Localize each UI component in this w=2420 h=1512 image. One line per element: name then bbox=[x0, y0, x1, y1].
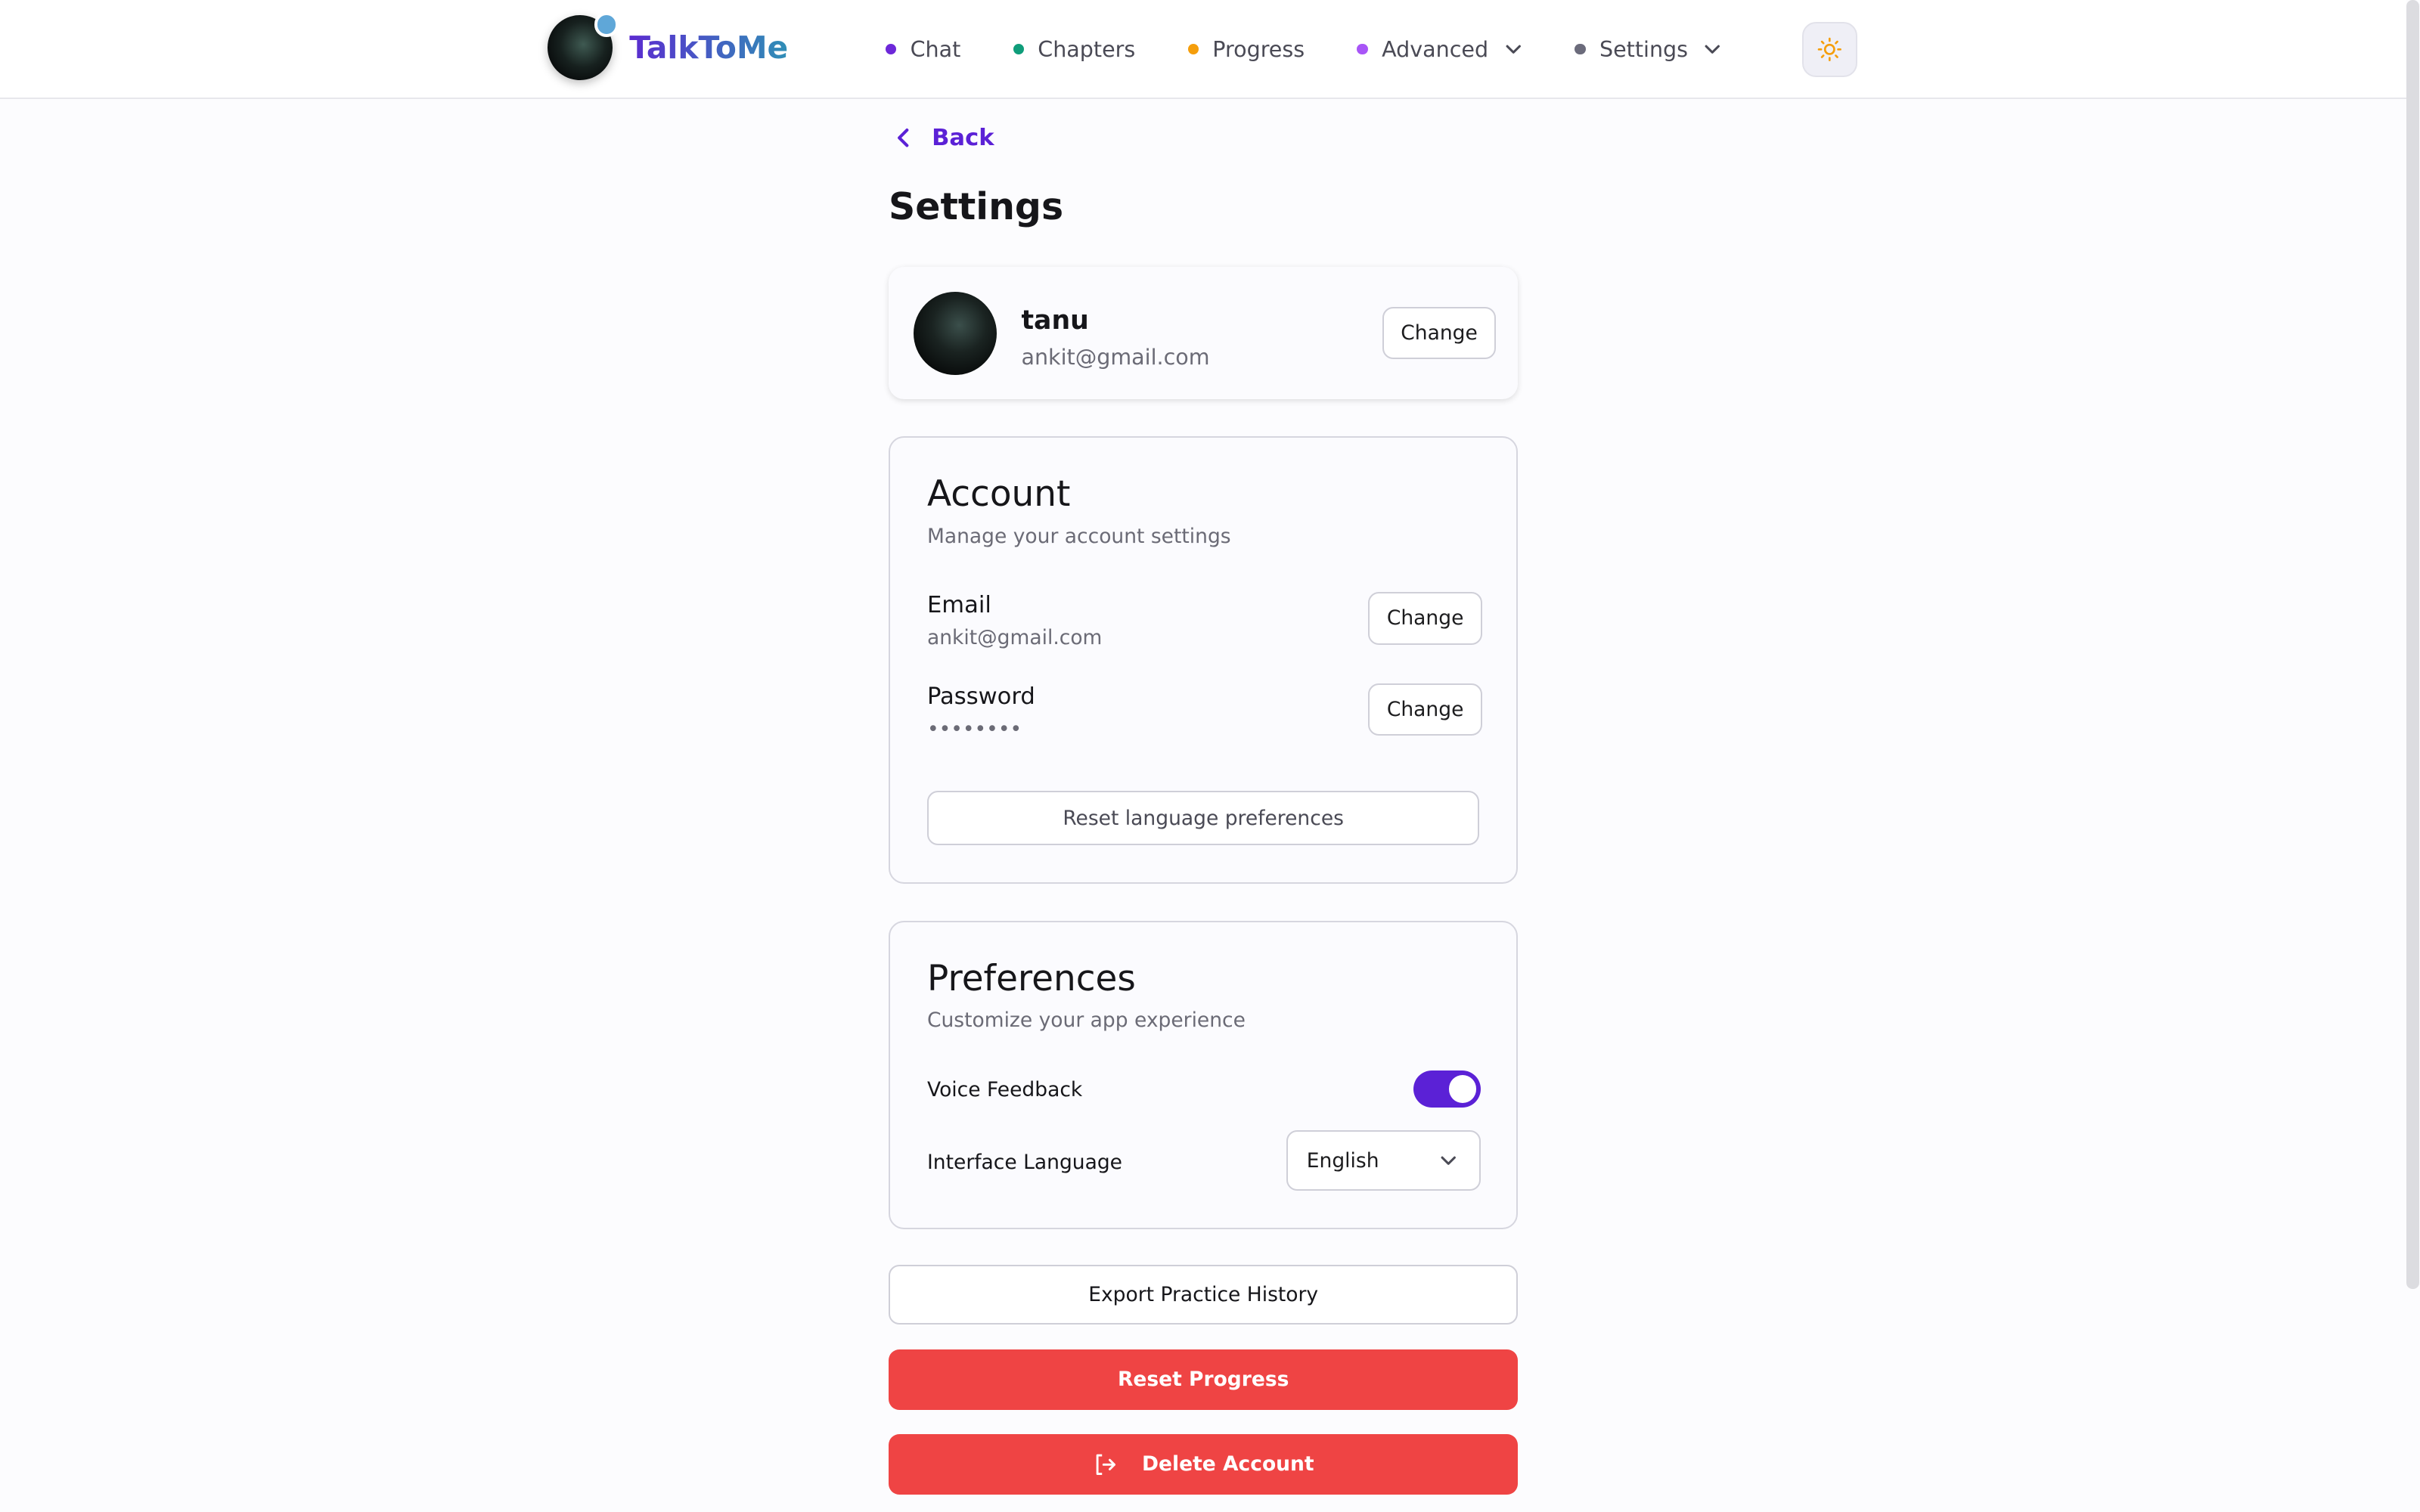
password-value: •••••••• bbox=[926, 717, 1022, 741]
back-link[interactable]: Back bbox=[895, 125, 994, 151]
status-dot-icon bbox=[594, 12, 619, 37]
app-logo bbox=[548, 12, 619, 81]
nav-dot-icon bbox=[1187, 44, 1199, 55]
page-scrollbar[interactable] bbox=[2406, 0, 2419, 1290]
preferences-subtitle: Customize your app experience bbox=[926, 1009, 1246, 1033]
top-navbar: TalkToMe Chat Chapters Progress Advanced bbox=[0, 0, 2407, 99]
avatar bbox=[913, 291, 997, 375]
account-subtitle: Manage your account settings bbox=[926, 524, 1231, 548]
brand-name: TalkToMe bbox=[629, 29, 789, 67]
theme-toggle-button[interactable] bbox=[1801, 21, 1858, 77]
email-value: ankit@gmail.com bbox=[926, 626, 1103, 650]
nav-dot-icon bbox=[885, 44, 897, 55]
delete-account-button[interactable]: Delete Account bbox=[889, 1434, 1519, 1495]
profile-card: tanu ankit@gmail.com Change bbox=[889, 266, 1519, 400]
nav-label: Settings bbox=[1599, 36, 1689, 63]
chevron-down-icon bbox=[1506, 45, 1521, 54]
nav-item-progress[interactable]: Progress bbox=[1187, 36, 1305, 63]
email-label: Email bbox=[926, 592, 991, 619]
interface-language-select[interactable]: English bbox=[1286, 1130, 1481, 1191]
profile-name: tanu bbox=[1021, 305, 1089, 336]
reset-language-button[interactable]: Reset language preferences bbox=[926, 791, 1480, 845]
back-label: Back bbox=[932, 125, 994, 152]
interface-language-label: Interface Language bbox=[926, 1150, 1122, 1174]
nav-item-advanced[interactable]: Advanced bbox=[1357, 36, 1522, 62]
voice-feedback-label: Voice Feedback bbox=[926, 1077, 1083, 1101]
chevron-down-icon bbox=[1441, 1156, 1457, 1165]
nav-item-chat[interactable]: Chat bbox=[885, 36, 961, 63]
nav-label: Chat bbox=[910, 36, 961, 63]
account-card: Account Manage your account settings Ema… bbox=[889, 436, 1519, 884]
change-password-button[interactable]: Change bbox=[1368, 683, 1482, 736]
toggle-knob bbox=[1448, 1074, 1477, 1103]
account-title: Account bbox=[926, 473, 1071, 516]
brand[interactable]: TalkToMe bbox=[548, 12, 789, 81]
chevron-down-icon bbox=[1705, 45, 1720, 54]
delete-account-label: Delete Account bbox=[1142, 1452, 1314, 1476]
main-nav: Chat Chapters Progress Advanced Settings bbox=[885, 31, 1774, 68]
nav-label: Chapters bbox=[1038, 36, 1136, 63]
profile-email: ankit@gmail.com bbox=[1021, 343, 1210, 370]
nav-label: Progress bbox=[1212, 36, 1305, 63]
logout-icon bbox=[1096, 1454, 1115, 1475]
nav-dot-icon bbox=[1575, 44, 1586, 55]
nav-dot-icon bbox=[1357, 44, 1368, 55]
nav-dot-icon bbox=[1013, 44, 1024, 55]
sun-icon bbox=[1817, 37, 1841, 61]
chevron-left-icon bbox=[898, 129, 909, 147]
change-avatar-button[interactable]: Change bbox=[1382, 306, 1497, 360]
nav-item-chapters[interactable]: Chapters bbox=[1013, 36, 1136, 63]
reset-progress-button[interactable]: Reset Progress bbox=[889, 1349, 1519, 1410]
preferences-title: Preferences bbox=[926, 957, 1136, 999]
page-title: Settings bbox=[889, 184, 1064, 228]
preferences-card: Preferences Customize your app experienc… bbox=[889, 920, 1519, 1229]
nav-item-settings[interactable]: Settings bbox=[1575, 36, 1722, 62]
password-label: Password bbox=[926, 683, 1035, 710]
export-history-button[interactable]: Export Practice History bbox=[889, 1264, 1519, 1325]
language-value: English bbox=[1306, 1148, 1379, 1173]
nav-label: Advanced bbox=[1382, 36, 1489, 63]
voice-feedback-toggle[interactable] bbox=[1413, 1070, 1481, 1108]
change-email-button[interactable]: Change bbox=[1368, 592, 1482, 645]
